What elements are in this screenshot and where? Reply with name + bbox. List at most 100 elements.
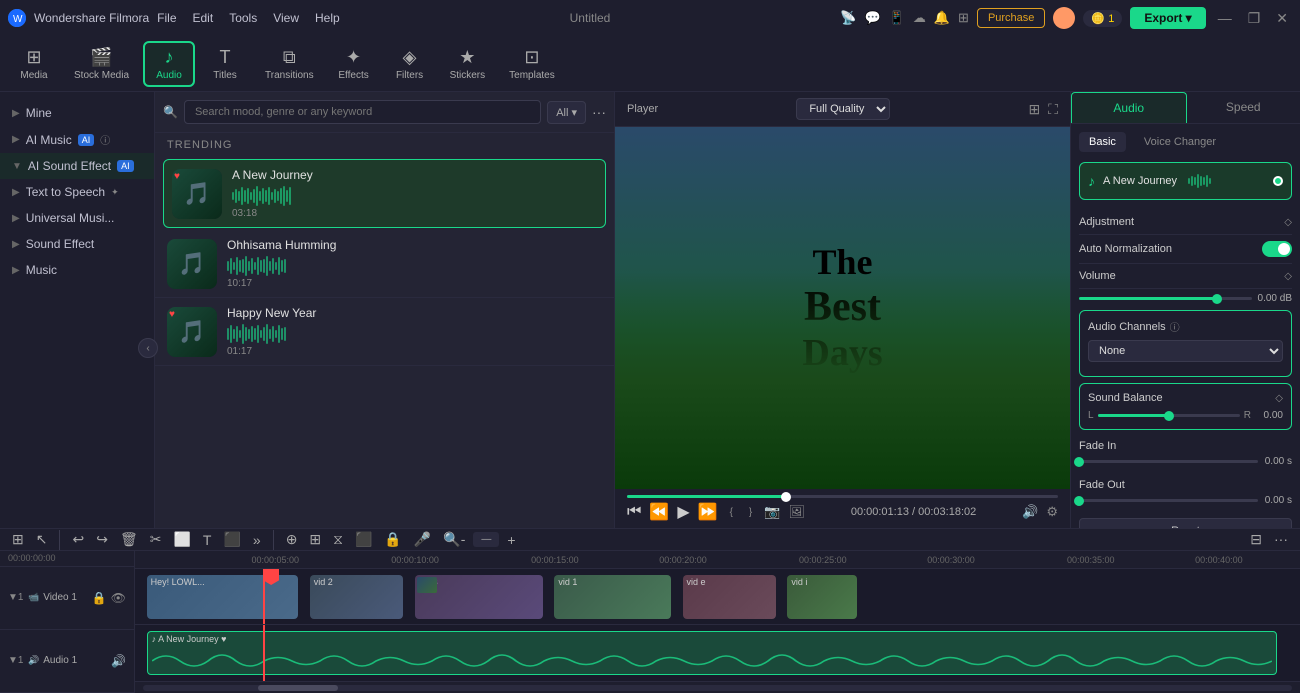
grid-view-icon[interactable]: ⊞: [1028, 101, 1040, 118]
clip-button[interactable]: ⬛: [351, 529, 376, 550]
sidebar-item-mine[interactable]: ▶ Mine: [0, 100, 154, 126]
toolbar-stock-media[interactable]: 🎬 Stock Media: [64, 43, 139, 85]
settings-icon[interactable]: ⚙: [1046, 504, 1058, 520]
audio-item-3[interactable]: 🎵 ♥ Happy New Year 01:17: [155, 298, 614, 366]
in-point-icon[interactable]: {: [730, 507, 733, 518]
audio-timeline-clip[interactable]: ♪ A New Journey ♥: [147, 631, 1277, 675]
cut-button[interactable]: ✂: [146, 529, 166, 550]
split-button[interactable]: T: [199, 530, 216, 550]
sidebar-collapse-button[interactable]: ‹: [138, 338, 158, 358]
menu-edit[interactable]: Edit: [193, 11, 214, 25]
grid-icon[interactable]: ⊞: [958, 10, 969, 26]
fullscreen-icon[interactable]: ⛶: [1048, 101, 1058, 118]
notification-icon[interactable]: 📡: [840, 10, 856, 26]
audio-channels-select[interactable]: None Stereo Mono Left Mono Right: [1088, 340, 1283, 362]
fade-out-thumb[interactable]: [1074, 496, 1084, 506]
video-eye-icon[interactable]: 👁: [111, 591, 126, 605]
snap-button[interactable]: ⊞: [305, 529, 325, 550]
ai-music-info-icon[interactable]: ⓘ: [100, 132, 110, 147]
timeline-layout-button[interactable]: ⊟: [1246, 529, 1266, 550]
marker-button[interactable]: ⧖: [329, 529, 347, 550]
mic-button[interactable]: 🎤: [410, 529, 435, 550]
fade-in-thumb[interactable]: [1074, 457, 1084, 467]
menu-view[interactable]: View: [273, 11, 299, 25]
audio-item-1[interactable]: 🎵 ♥ A New Journey 03:18: [163, 159, 606, 228]
tab-speed[interactable]: Speed: [1187, 92, 1300, 123]
close-button[interactable]: ✕: [1272, 10, 1292, 27]
maximize-button[interactable]: ❐: [1244, 10, 1265, 27]
toolbar-templates[interactable]: ⊡ Templates: [499, 43, 565, 85]
timeline-cursor-button[interactable]: ↖: [32, 529, 52, 550]
toolbar-transitions[interactable]: ⧉ Transitions: [255, 43, 324, 85]
redo-button[interactable]: ↪: [92, 529, 112, 550]
sidebar-item-universal-music[interactable]: ▶ Universal Musi...: [0, 205, 154, 231]
fade-out-slider[interactable]: [1079, 499, 1258, 502]
fade-in-slider[interactable]: [1079, 460, 1258, 463]
search-input[interactable]: [184, 100, 541, 124]
zoom-out-button[interactable]: 🔍-: [439, 529, 469, 550]
zoom-in-button[interactable]: +: [503, 530, 519, 550]
video-lock-icon[interactable]: 🔒: [92, 591, 107, 605]
audio-channels-info-icon[interactable]: ⓘ: [1170, 319, 1180, 334]
video-clip-3[interactable]: vid 3: [415, 575, 543, 619]
step-back-button[interactable]: ⏪: [649, 502, 669, 522]
adjustment-diamond-icon[interactable]: ◇: [1284, 217, 1292, 228]
timeline-grid-button[interactable]: ⊞: [8, 529, 28, 550]
toolbar-effects[interactable]: ✦ Effects: [328, 43, 380, 85]
cloud-icon[interactable]: ☁: [913, 10, 926, 26]
sidebar-item-ai-music[interactable]: ▶ AI Music AI ⓘ: [0, 126, 154, 153]
export-button[interactable]: Export ▾: [1130, 7, 1205, 29]
toolbar-media[interactable]: ⊞ Media: [8, 43, 60, 85]
progress-thumb[interactable]: [781, 492, 791, 502]
toolbar-filters[interactable]: ◈ Filters: [384, 43, 436, 85]
timeline-scroll[interactable]: [135, 681, 1300, 693]
timeline-settings-button[interactable]: ···: [1270, 529, 1292, 550]
skip-back-button[interactable]: ⏮: [627, 503, 641, 521]
menu-file[interactable]: File: [157, 11, 176, 25]
ripple-button[interactable]: ⊕: [282, 529, 302, 550]
volume-icon[interactable]: 🔊: [1022, 504, 1038, 520]
filter-all-button[interactable]: All ▾: [547, 101, 586, 124]
toolbar-titles[interactable]: T Titles: [199, 43, 251, 85]
crop-button[interactable]: ⬜: [169, 529, 194, 550]
trim-button[interactable]: ⬛: [219, 529, 244, 550]
sound-balance-diamond-icon[interactable]: ◇: [1275, 393, 1283, 404]
audio-item-2[interactable]: 🎵 Ohhisama Humming 10:17: [155, 230, 614, 298]
device-icon[interactable]: 📱: [889, 10, 905, 26]
sidebar-item-music[interactable]: ▶ Music: [0, 257, 154, 283]
sub-tab-basic[interactable]: Basic: [1079, 132, 1126, 152]
reset-button[interactable]: Reset: [1079, 518, 1292, 528]
sub-tab-voice-changer[interactable]: Voice Changer: [1134, 132, 1226, 152]
volume-slider[interactable]: [1079, 297, 1252, 300]
minimize-button[interactable]: —: [1214, 10, 1236, 26]
camera-icon[interactable]: 📷: [764, 504, 780, 520]
sound-balance-slider[interactable]: [1098, 414, 1240, 417]
balance-thumb[interactable]: [1164, 411, 1174, 421]
volume-thumb[interactable]: [1212, 294, 1222, 304]
step-forward-button[interactable]: ⏩: [698, 502, 718, 522]
quality-select[interactable]: Full Quality 1/2 Quality 1/4 Quality: [796, 98, 890, 120]
progress-bar[interactable]: [627, 495, 1058, 498]
tab-audio[interactable]: Audio: [1071, 92, 1187, 123]
play-button[interactable]: ▶: [677, 502, 689, 522]
sidebar-item-ai-sound-effect[interactable]: ▼ AI Sound Effect AI: [0, 153, 154, 179]
video-clip-2[interactable]: vid 2: [310, 575, 403, 619]
more-options-button[interactable]: ···: [592, 104, 606, 120]
chat-icon[interactable]: 💬: [864, 10, 880, 26]
menu-help[interactable]: Help: [315, 11, 340, 25]
toolbar-audio[interactable]: ♪ Audio: [143, 41, 195, 87]
audio-mute-icon[interactable]: 🔊: [111, 654, 126, 668]
video-clip-5[interactable]: vid e: [683, 575, 776, 619]
undo-button[interactable]: ↩: [68, 529, 88, 550]
scroll-thumb[interactable]: [258, 685, 338, 691]
sidebar-item-sound-effect[interactable]: ▶ Sound Effect: [0, 231, 154, 257]
auto-normalization-toggle[interactable]: [1262, 241, 1292, 257]
bell-icon[interactable]: 🔔: [934, 10, 950, 26]
more-actions-button[interactable]: »: [249, 530, 265, 550]
toolbar-stickers[interactable]: ★ Stickers: [440, 43, 496, 85]
lock-button[interactable]: 🔒: [380, 529, 405, 550]
purchase-button[interactable]: Purchase: [977, 8, 1045, 28]
video-clip-4[interactable]: vid 1: [554, 575, 671, 619]
menu-tools[interactable]: Tools: [229, 11, 257, 25]
sidebar-item-text-to-speech[interactable]: ▶ Text to Speech ✦: [0, 179, 154, 205]
